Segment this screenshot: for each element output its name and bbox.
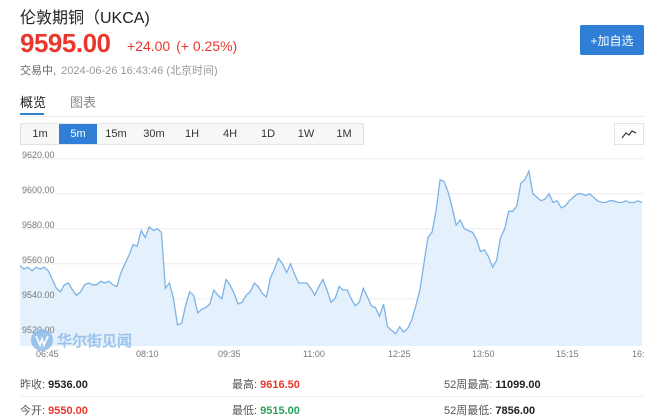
- x-tick-label: 08:10: [136, 349, 159, 359]
- interval-1h-button[interactable]: 1H: [173, 124, 211, 144]
- stat-52w-low: 52周最低: 7856.00: [444, 402, 535, 418]
- interval-15m-button[interactable]: 15m: [97, 124, 135, 144]
- x-tick-label: 11:00: [303, 349, 325, 359]
- stat-52w-low-label: 52周最低:: [444, 405, 493, 417]
- y-tick-label: 9560.00: [22, 255, 55, 265]
- quote-stats: 昨收: 9536.00 最高: 9616.50 52周最高: 11099.00 …: [20, 376, 644, 420]
- y-tick-label: 9620.00: [22, 150, 55, 160]
- stat-high-value: 9616.50: [260, 379, 300, 391]
- y-tick-label: 9540.00: [22, 290, 55, 300]
- stat-separator: [20, 396, 644, 397]
- quote-timestamp: 2024-06-26 16:43:46 (北京时间): [61, 65, 218, 77]
- x-tick-label: 13:50: [472, 349, 495, 359]
- watermark-text: 华尔街见闻: [57, 332, 132, 350]
- last-price: 9595.00: [20, 28, 111, 58]
- x-tick-label: 16:4: [632, 349, 644, 359]
- y-tick-label: 9600.00: [22, 185, 55, 195]
- x-tick-label: 12:25: [388, 349, 411, 359]
- stat-high: 最高: 9616.50: [232, 376, 300, 392]
- stat-high-label: 最高:: [232, 379, 258, 391]
- stat-open: 今开: 9550.00: [20, 402, 88, 418]
- interval-4h-button[interactable]: 4H: [211, 124, 249, 144]
- interval-5m-button[interactable]: 5m: [59, 124, 97, 144]
- stat-prev-close: 昨收: 9536.00: [20, 376, 88, 392]
- stat-low-label: 最低:: [232, 405, 258, 417]
- x-tick-label: 09:35: [218, 349, 241, 359]
- stat-open-label: 今开:: [20, 405, 46, 417]
- price-change: +24.00 (+ 0.25%): [127, 38, 239, 54]
- stat-open-value: 9550.00: [48, 405, 88, 417]
- interval-selector: 1m 5m 15m 30m 1H 4H 1D 1W 1M: [20, 123, 364, 145]
- tabs-divider: [20, 116, 644, 117]
- trading-status: 交易中, 2024-06-26 16:43:46 (北京时间): [20, 62, 218, 78]
- tab-overview[interactable]: 概览: [20, 92, 46, 111]
- active-tab-underline: [20, 113, 44, 115]
- interval-1w-button[interactable]: 1W: [287, 124, 325, 144]
- trading-status-label: 交易中,: [20, 65, 57, 77]
- stat-52w-high-value: 11099.00: [495, 379, 541, 391]
- chart-type-button[interactable]: [614, 123, 644, 145]
- price-change-percent: (+ 0.25%): [176, 38, 238, 54]
- stat-52w-high-label: 52周最高:: [444, 379, 493, 391]
- stat-52w-low-value: 7856.00: [495, 405, 536, 417]
- stat-52w-high: 52周最高: 11099.00: [444, 376, 541, 392]
- stat-prev-close-label: 昨收:: [20, 379, 46, 391]
- stat-low-value: 9515.00: [260, 405, 300, 417]
- x-tick-label: 15:15: [556, 349, 579, 359]
- interval-1m-button[interactable]: 1m: [21, 124, 59, 144]
- tab-chart[interactable]: 图表: [70, 92, 96, 111]
- price-chart[interactable]: 9620.009600.009580.009560.009540.009520.…: [20, 150, 644, 360]
- y-tick-label: 9580.00: [22, 220, 55, 230]
- interval-30m-button[interactable]: 30m: [135, 124, 173, 144]
- add-to-watchlist-button[interactable]: +加自选: [580, 25, 644, 55]
- stat-prev-close-value: 9536.00: [48, 379, 88, 391]
- price-change-value: +24.00: [127, 38, 171, 54]
- instrument-title: 伦敦期铜（UKCA): [20, 10, 150, 27]
- stat-low: 最低: 9515.00: [232, 402, 300, 418]
- price-area-fill: [20, 171, 642, 346]
- line-chart-icon: [621, 130, 637, 139]
- interval-1d-button[interactable]: 1D: [249, 124, 287, 144]
- watermark-logo: 华尔街见闻: [31, 329, 132, 351]
- interval-1m-button[interactable]: 1M: [325, 124, 363, 144]
